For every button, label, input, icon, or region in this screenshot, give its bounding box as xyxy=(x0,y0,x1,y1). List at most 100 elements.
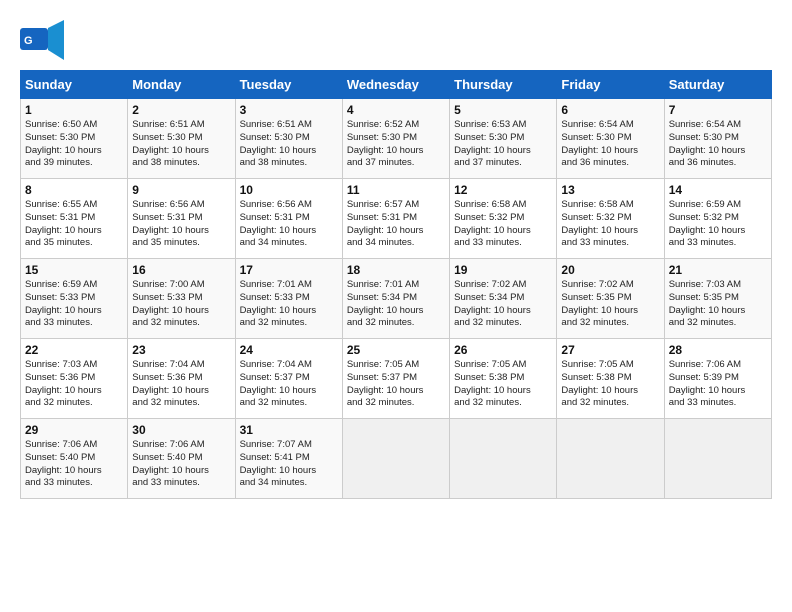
svg-text:G: G xyxy=(24,35,33,47)
calendar-cell: 25 Sunrise: 7:05 AM Sunset: 5:37 PM Dayli… xyxy=(342,339,449,419)
day-number: 21 xyxy=(669,263,767,277)
calendar-header-wednesday: Wednesday xyxy=(342,71,449,99)
day-number: 8 xyxy=(25,183,123,197)
day-number: 7 xyxy=(669,103,767,117)
day-number: 20 xyxy=(561,263,659,277)
day-info: Sunrise: 7:05 AM Sunset: 5:37 PM Dayligh… xyxy=(347,359,445,410)
day-number: 1 xyxy=(25,103,123,117)
day-number: 12 xyxy=(454,183,552,197)
calendar-cell: 28 Sunrise: 7:06 AM Sunset: 5:39 PM Dayli… xyxy=(664,339,771,419)
calendar-cell: 6 Sunrise: 6:54 AM Sunset: 5:30 PM Daylig… xyxy=(557,99,664,179)
day-info: Sunrise: 6:56 AM Sunset: 5:31 PM Dayligh… xyxy=(240,199,338,250)
day-info: Sunrise: 6:59 AM Sunset: 5:33 PM Dayligh… xyxy=(25,279,123,330)
calendar-cell: 8 Sunrise: 6:55 AM Sunset: 5:31 PM Daylig… xyxy=(21,179,128,259)
calendar-cell: 17 Sunrise: 7:01 AM Sunset: 5:33 PM Dayli… xyxy=(235,259,342,339)
day-info: Sunrise: 7:00 AM Sunset: 5:33 PM Dayligh… xyxy=(132,279,230,330)
calendar-cell: 2Sunrise: 6:51 AM Sunset: 5:30 PM Daylig… xyxy=(128,99,235,179)
calendar-week-3: 22 Sunrise: 7:03 AM Sunset: 5:36 PM Dayli… xyxy=(21,339,772,419)
calendar-cell xyxy=(450,419,557,499)
day-info: Sunrise: 6:53 AM Sunset: 5:30 PM Dayligh… xyxy=(454,119,552,170)
calendar-cell: 7 Sunrise: 6:54 AM Sunset: 5:30 PM Daylig… xyxy=(664,99,771,179)
day-number: 29 xyxy=(25,423,123,437)
day-number: 4 xyxy=(347,103,445,117)
calendar-cell: 29 Sunrise: 7:06 AM Sunset: 5:40 PM Dayli… xyxy=(21,419,128,499)
day-number: 23 xyxy=(132,343,230,357)
calendar-header-thursday: Thursday xyxy=(450,71,557,99)
calendar-cell: 15 Sunrise: 6:59 AM Sunset: 5:33 PM Dayli… xyxy=(21,259,128,339)
calendar-cell: 4 Sunrise: 6:52 AM Sunset: 5:30 PM Daylig… xyxy=(342,99,449,179)
day-info: Sunrise: 7:01 AM Sunset: 5:33 PM Dayligh… xyxy=(240,279,338,330)
day-info: Sunrise: 7:06 AM Sunset: 5:40 PM Dayligh… xyxy=(132,439,230,490)
calendar-cell: 9Sunrise: 6:56 AM Sunset: 5:31 PM Daylig… xyxy=(128,179,235,259)
day-number: 31 xyxy=(240,423,338,437)
day-number: 18 xyxy=(347,263,445,277)
day-info: Sunrise: 7:02 AM Sunset: 5:35 PM Dayligh… xyxy=(561,279,659,330)
day-number: 6 xyxy=(561,103,659,117)
day-info: Sunrise: 6:54 AM Sunset: 5:30 PM Dayligh… xyxy=(561,119,659,170)
day-info: Sunrise: 7:04 AM Sunset: 5:36 PM Dayligh… xyxy=(132,359,230,410)
day-info: Sunrise: 7:03 AM Sunset: 5:36 PM Dayligh… xyxy=(25,359,123,410)
calendar-week-4: 29 Sunrise: 7:06 AM Sunset: 5:40 PM Dayli… xyxy=(21,419,772,499)
calendar-cell: 23 Sunrise: 7:04 AM Sunset: 5:36 PM Dayli… xyxy=(128,339,235,419)
calendar-cell: 11Sunrise: 6:57 AM Sunset: 5:31 PM Dayli… xyxy=(342,179,449,259)
calendar-cell xyxy=(664,419,771,499)
calendar-table: SundayMondayTuesdayWednesdayThursdayFrid… xyxy=(20,70,772,499)
calendar-cell: 5 Sunrise: 6:53 AM Sunset: 5:30 PM Daylig… xyxy=(450,99,557,179)
calendar-cell: 10 Sunrise: 6:56 AM Sunset: 5:31 PM Dayli… xyxy=(235,179,342,259)
calendar-cell: 12 Sunrise: 6:58 AM Sunset: 5:32 PM Dayli… xyxy=(450,179,557,259)
day-number: 9 xyxy=(132,183,230,197)
day-info: Sunrise: 7:05 AM Sunset: 5:38 PM Dayligh… xyxy=(454,359,552,410)
calendar-cell: 22 Sunrise: 7:03 AM Sunset: 5:36 PM Dayli… xyxy=(21,339,128,419)
day-number: 11 xyxy=(347,183,445,197)
day-info: Sunrise: 6:51 AM Sunset: 5:30 PM Dayligh… xyxy=(240,119,338,170)
day-number: 14 xyxy=(669,183,767,197)
day-info: Sunrise: 7:03 AM Sunset: 5:35 PM Dayligh… xyxy=(669,279,767,330)
logo-icon: G xyxy=(20,20,64,60)
calendar-cell: 14Sunrise: 6:59 AM Sunset: 5:32 PM Dayli… xyxy=(664,179,771,259)
calendar-cell: 18 Sunrise: 7:01 AM Sunset: 5:34 PM Dayli… xyxy=(342,259,449,339)
calendar-cell: 16 Sunrise: 7:00 AM Sunset: 5:33 PM Dayli… xyxy=(128,259,235,339)
calendar-header-saturday: Saturday xyxy=(664,71,771,99)
day-number: 26 xyxy=(454,343,552,357)
day-info: Sunrise: 6:55 AM Sunset: 5:31 PM Dayligh… xyxy=(25,199,123,250)
calendar-week-1: 8 Sunrise: 6:55 AM Sunset: 5:31 PM Daylig… xyxy=(21,179,772,259)
calendar-week-2: 15 Sunrise: 6:59 AM Sunset: 5:33 PM Dayli… xyxy=(21,259,772,339)
day-info: Sunrise: 6:51 AM Sunset: 5:30 PM Dayligh… xyxy=(132,119,230,170)
header: G xyxy=(20,20,772,60)
day-info: Sunrise: 6:58 AM Sunset: 5:32 PM Dayligh… xyxy=(454,199,552,250)
calendar-cell: 19 Sunrise: 7:02 AM Sunset: 5:34 PM Dayli… xyxy=(450,259,557,339)
calendar-cell: 24Sunrise: 7:04 AM Sunset: 5:37 PM Dayli… xyxy=(235,339,342,419)
day-number: 5 xyxy=(454,103,552,117)
day-info: Sunrise: 7:06 AM Sunset: 5:40 PM Dayligh… xyxy=(25,439,123,490)
day-number: 22 xyxy=(25,343,123,357)
calendar-cell: 1 Sunrise: 6:50 AM Sunset: 5:30 PM Daylig… xyxy=(21,99,128,179)
day-info: Sunrise: 7:05 AM Sunset: 5:38 PM Dayligh… xyxy=(561,359,659,410)
day-number: 27 xyxy=(561,343,659,357)
day-number: 28 xyxy=(669,343,767,357)
day-info: Sunrise: 6:54 AM Sunset: 5:30 PM Dayligh… xyxy=(669,119,767,170)
calendar-week-0: 1 Sunrise: 6:50 AM Sunset: 5:30 PM Daylig… xyxy=(21,99,772,179)
day-info: Sunrise: 7:02 AM Sunset: 5:34 PM Dayligh… xyxy=(454,279,552,330)
calendar-cell xyxy=(342,419,449,499)
day-number: 13 xyxy=(561,183,659,197)
day-info: Sunrise: 6:52 AM Sunset: 5:30 PM Dayligh… xyxy=(347,119,445,170)
day-number: 15 xyxy=(25,263,123,277)
calendar-cell: 13 Sunrise: 6:58 AM Sunset: 5:32 PM Dayli… xyxy=(557,179,664,259)
day-info: Sunrise: 7:01 AM Sunset: 5:34 PM Dayligh… xyxy=(347,279,445,330)
day-number: 16 xyxy=(132,263,230,277)
day-info: Sunrise: 7:06 AM Sunset: 5:39 PM Dayligh… xyxy=(669,359,767,410)
calendar-header-friday: Friday xyxy=(557,71,664,99)
calendar-cell: 26 Sunrise: 7:05 AM Sunset: 5:38 PM Dayli… xyxy=(450,339,557,419)
day-number: 19 xyxy=(454,263,552,277)
calendar-cell xyxy=(557,419,664,499)
day-number: 17 xyxy=(240,263,338,277)
calendar-cell: 27 Sunrise: 7:05 AM Sunset: 5:38 PM Dayli… xyxy=(557,339,664,419)
day-number: 10 xyxy=(240,183,338,197)
day-number: 25 xyxy=(347,343,445,357)
day-info: Sunrise: 7:07 AM Sunset: 5:41 PM Dayligh… xyxy=(240,439,338,490)
day-info: Sunrise: 6:50 AM Sunset: 5:30 PM Dayligh… xyxy=(25,119,123,170)
calendar-header-row: SundayMondayTuesdayWednesdayThursdayFrid… xyxy=(21,71,772,99)
calendar-cell: 3Sunrise: 6:51 AM Sunset: 5:30 PM Daylig… xyxy=(235,99,342,179)
calendar-cell: 21 Sunrise: 7:03 AM Sunset: 5:35 PM Dayli… xyxy=(664,259,771,339)
day-info: Sunrise: 6:58 AM Sunset: 5:32 PM Dayligh… xyxy=(561,199,659,250)
